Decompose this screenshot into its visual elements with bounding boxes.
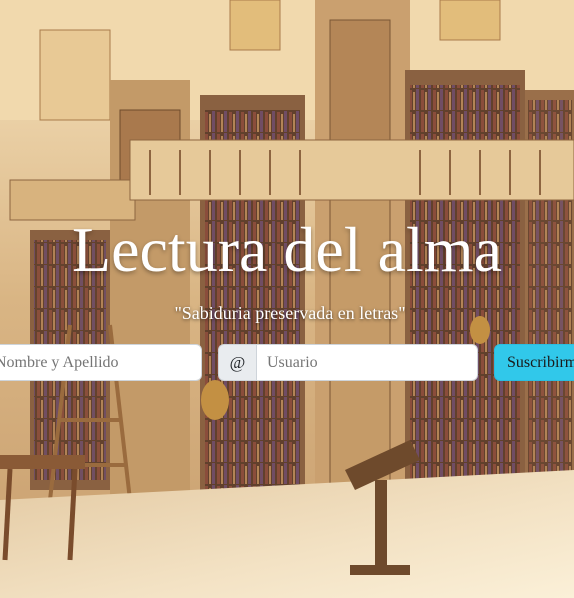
username-input[interactable]: [256, 344, 478, 381]
name-input[interactable]: [0, 344, 202, 381]
page-title: Lectura del alma: [72, 214, 502, 285]
subscribe-button[interactable]: Suscribirme: [494, 344, 574, 381]
username-input-group: @: [218, 344, 478, 381]
page-subtitle: "Sabiduria preservada en letras": [174, 303, 406, 323]
library-background-image: [0, 0, 574, 598]
at-symbol-addon: @: [218, 344, 256, 381]
